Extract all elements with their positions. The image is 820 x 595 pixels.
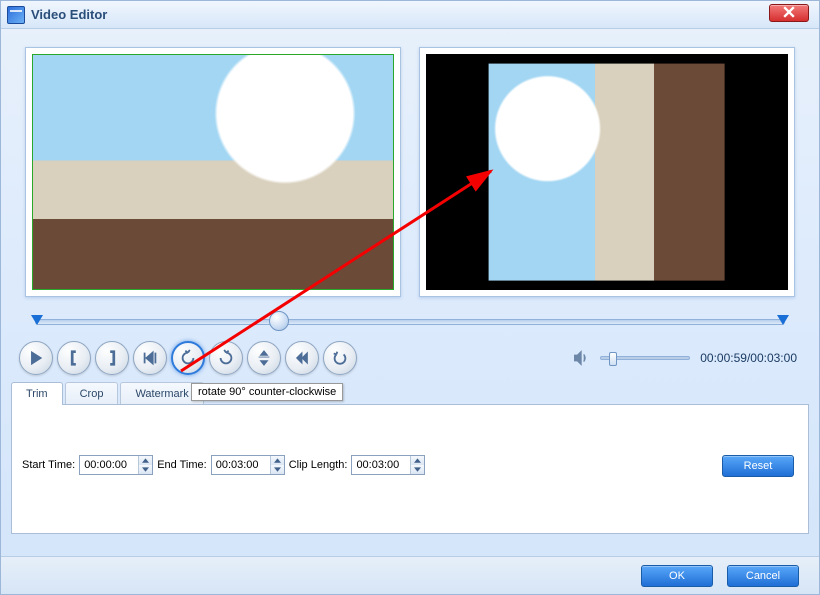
source-scene-placeholder: [33, 55, 393, 289]
ok-button[interactable]: OK: [641, 565, 713, 587]
clip-length-input[interactable]: [352, 456, 410, 474]
start-time-label: Start Time:: [22, 459, 75, 471]
output-preview: [419, 47, 795, 297]
bracket-close-icon: [103, 349, 121, 367]
output-video-frame: [426, 54, 788, 290]
undo-button[interactable]: [323, 341, 357, 375]
speaker-icon[interactable]: [572, 349, 590, 367]
total-time: 00:03:00: [750, 351, 797, 365]
trim-panel: Start Time: End Time: Clip Length:: [11, 404, 809, 534]
step-icon: [293, 349, 311, 367]
end-time-down[interactable]: [271, 465, 284, 474]
window-title: Video Editor: [31, 7, 107, 22]
clip-length-down[interactable]: [411, 465, 424, 474]
start-time-down[interactable]: [139, 465, 152, 474]
step-button[interactable]: [285, 341, 319, 375]
rotate-ccw-button[interactable]: [171, 341, 205, 375]
bracket-play-icon: [141, 349, 159, 367]
timeline-end-marker[interactable]: [777, 315, 789, 325]
edit-tabs: Trim Crop Watermark: [11, 381, 809, 404]
clip-length-label: Clip Length:: [289, 459, 348, 471]
set-start-button[interactable]: [57, 341, 91, 375]
start-time-input[interactable]: [80, 456, 138, 474]
set-end-button[interactable]: [95, 341, 129, 375]
video-editor-window: Video Editor: [0, 0, 820, 595]
clip-length-spinner[interactable]: [351, 455, 425, 475]
time-display: 00:00:59/00:03:00: [700, 351, 797, 365]
cancel-button[interactable]: Cancel: [727, 565, 799, 587]
current-time: 00:00:59: [700, 351, 747, 365]
reset-button[interactable]: Reset: [722, 455, 794, 477]
timeline-start-marker[interactable]: [31, 315, 43, 325]
playback-controls: 00:00:59/00:03:00: [1, 337, 819, 375]
end-time-spinner[interactable]: [211, 455, 285, 475]
source-video-frame: [32, 54, 394, 290]
timeline-playhead[interactable]: [269, 311, 289, 331]
bracket-open-icon: [65, 349, 83, 367]
play-icon: [27, 349, 45, 367]
play-button[interactable]: [19, 341, 53, 375]
output-scene-placeholder: [489, 63, 725, 280]
end-time-input[interactable]: [212, 456, 270, 474]
volume-thumb[interactable]: [609, 352, 617, 366]
tab-trim[interactable]: Trim: [11, 382, 63, 405]
flip-vertical-icon: [255, 349, 273, 367]
dialog-buttons: OK Cancel: [1, 556, 819, 594]
start-time-up[interactable]: [139, 456, 152, 465]
end-time-up[interactable]: [271, 456, 284, 465]
close-icon: [783, 6, 795, 18]
timeline[interactable]: [25, 311, 795, 335]
app-icon: [7, 6, 25, 24]
clip-length-up[interactable]: [411, 456, 424, 465]
source-preview: [25, 47, 401, 297]
rotate-cw-icon: [217, 349, 235, 367]
end-time-label: End Time:: [157, 459, 207, 471]
rotate-ccw-icon: [179, 349, 197, 367]
start-time-spinner[interactable]: [79, 455, 153, 475]
preview-area: [1, 29, 819, 305]
undo-icon: [331, 349, 349, 367]
timeline-track[interactable]: [35, 319, 785, 325]
tab-crop[interactable]: Crop: [65, 382, 119, 405]
titlebar: Video Editor: [1, 1, 819, 29]
flip-vertical-button[interactable]: [247, 341, 281, 375]
close-button[interactable]: [769, 4, 809, 22]
trim-fields: Start Time: End Time: Clip Length:: [22, 455, 798, 475]
rotate-cw-button[interactable]: [209, 341, 243, 375]
volume-slider[interactable]: [600, 356, 690, 360]
goto-bracket-button[interactable]: [133, 341, 167, 375]
rotate-ccw-tooltip: rotate 90° counter-clockwise: [191, 383, 343, 401]
